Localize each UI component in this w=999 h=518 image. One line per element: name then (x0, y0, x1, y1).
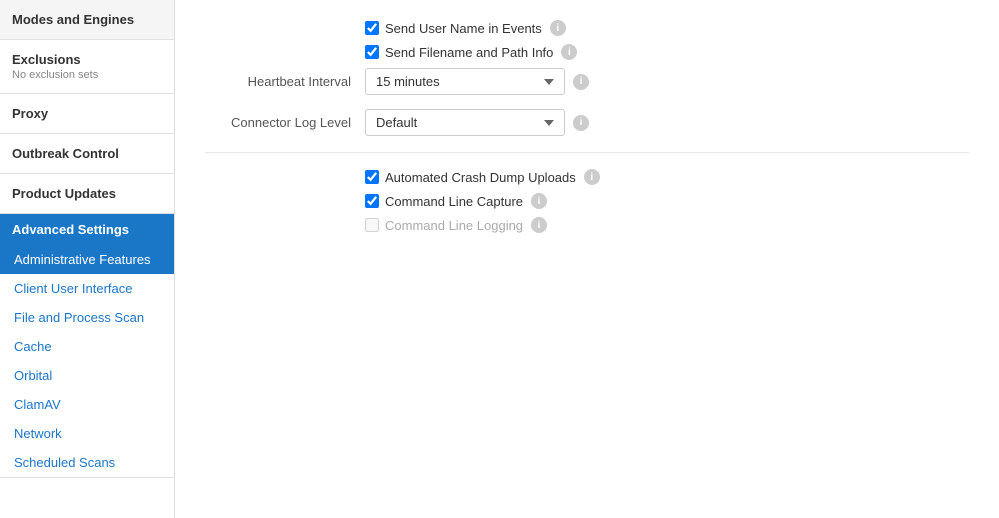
sidebar-item-network[interactable]: Network (0, 419, 174, 448)
sidebar: Modes and Engines Exclusions No exclusio… (0, 0, 175, 518)
sidebar-item-proxy[interactable]: Proxy (0, 94, 174, 133)
sidebar-item-administrative-features[interactable]: Administrative Features (0, 245, 174, 274)
command-line-logging-checkbox-wrap: Command Line Logging (365, 218, 523, 233)
sidebar-item-exclusions[interactable]: Exclusions No exclusion sets (0, 40, 174, 93)
command-line-logging-row: Command Line Logging i (365, 217, 969, 233)
command-line-capture-row: Command Line Capture i (365, 193, 969, 209)
automated-crash-dump-label: Automated Crash Dump Uploads (385, 170, 576, 185)
send-filename-label: Send Filename and Path Info (385, 45, 553, 60)
automated-crash-dump-checkbox-wrap: Automated Crash Dump Uploads (365, 170, 576, 185)
sidebar-item-file-process-scan-label: File and Process Scan (14, 310, 144, 325)
sidebar-section-product-updates: Product Updates (0, 174, 174, 214)
send-username-row: Send User Name in Events i (365, 20, 969, 36)
sidebar-advanced-settings-label: Advanced Settings (12, 222, 129, 237)
sidebar-item-orbital[interactable]: Orbital (0, 361, 174, 390)
sidebar-item-scheduled-scans[interactable]: Scheduled Scans (0, 448, 174, 477)
sidebar-item-product-updates[interactable]: Product Updates (0, 174, 174, 213)
sidebar-section-modes: Modes and Engines (0, 0, 174, 40)
send-filename-checkbox-wrap: Send Filename and Path Info (365, 45, 553, 60)
connector-log-level-label: Connector Log Level (205, 115, 365, 130)
sidebar-item-file-process-scan[interactable]: File and Process Scan (0, 303, 174, 332)
command-line-logging-checkbox[interactable] (365, 218, 379, 232)
connector-log-level-row: Connector Log Level Default Debug Trace … (205, 109, 969, 136)
send-username-control: Send User Name in Events i (365, 20, 566, 36)
send-username-checkbox-wrap: Send User Name in Events (365, 21, 542, 36)
send-username-checkbox[interactable] (365, 21, 379, 35)
send-username-info-icon[interactable]: i (550, 20, 566, 36)
sidebar-item-cache[interactable]: Cache (0, 332, 174, 361)
sidebar-item-network-label: Network (14, 426, 62, 441)
command-line-capture-control: Command Line Capture i (365, 193, 547, 209)
connector-log-level-info-icon[interactable]: i (573, 115, 589, 131)
heartbeat-interval-label: Heartbeat Interval (205, 74, 365, 89)
sidebar-section-exclusions: Exclusions No exclusion sets (0, 40, 174, 94)
sidebar-item-clamav[interactable]: ClamAV (0, 390, 174, 419)
command-line-logging-label: Command Line Logging (385, 218, 523, 233)
automated-crash-dump-row: Automated Crash Dump Uploads i (365, 169, 969, 185)
sidebar-item-modes-engines-label: Modes and Engines (12, 12, 134, 27)
sidebar-item-cache-label: Cache (14, 339, 52, 354)
sidebar-section-proxy: Proxy (0, 94, 174, 134)
sidebar-item-outbreak-control-label: Outbreak Control (12, 146, 119, 161)
sidebar-item-client-user-interface[interactable]: Client User Interface (0, 274, 174, 303)
divider (205, 152, 969, 153)
command-line-logging-info-icon[interactable]: i (531, 217, 547, 233)
sidebar-advanced-settings-header: Advanced Settings (0, 214, 174, 245)
command-line-logging-control: Command Line Logging i (365, 217, 547, 233)
sidebar-item-clamav-label: ClamAV (14, 397, 61, 412)
heartbeat-interval-row: Heartbeat Interval 15 minutes 5 minutes … (205, 68, 969, 95)
automated-crash-dump-checkbox[interactable] (365, 170, 379, 184)
sidebar-item-product-updates-label: Product Updates (12, 186, 116, 201)
send-filename-checkbox[interactable] (365, 45, 379, 59)
send-filename-info-icon[interactable]: i (561, 44, 577, 60)
main-content: Send User Name in Events i Send Filename… (175, 0, 999, 518)
connector-log-level-select[interactable]: Default Debug Trace (365, 109, 565, 136)
command-line-capture-info-icon[interactable]: i (531, 193, 547, 209)
sidebar-section-advanced: Advanced Settings Administrative Feature… (0, 214, 174, 478)
connector-log-level-control: Default Debug Trace i (365, 109, 589, 136)
send-filename-control: Send Filename and Path Info i (365, 44, 577, 60)
sidebar-item-administrative-features-label: Administrative Features (14, 252, 151, 267)
automated-crash-dump-control: Automated Crash Dump Uploads i (365, 169, 600, 185)
sidebar-item-outbreak-control[interactable]: Outbreak Control (0, 134, 174, 173)
heartbeat-interval-select[interactable]: 15 minutes 5 minutes 10 minutes 30 minut… (365, 68, 565, 95)
sidebar-item-exclusions-label: Exclusions (12, 52, 81, 67)
app-layout: Modes and Engines Exclusions No exclusio… (0, 0, 999, 518)
heartbeat-interval-info-icon[interactable]: i (573, 74, 589, 90)
send-username-label: Send User Name in Events (385, 21, 542, 36)
sidebar-item-client-user-interface-label: Client User Interface (14, 281, 133, 296)
command-line-capture-label: Command Line Capture (385, 194, 523, 209)
command-line-capture-checkbox[interactable] (365, 194, 379, 208)
command-line-capture-checkbox-wrap: Command Line Capture (365, 194, 523, 209)
send-filename-row: Send Filename and Path Info i (365, 44, 969, 60)
sidebar-item-orbital-label: Orbital (14, 368, 52, 383)
automated-crash-dump-info-icon[interactable]: i (584, 169, 600, 185)
sidebar-item-exclusions-sublabel: No exclusion sets (12, 69, 162, 81)
sidebar-item-modes-engines[interactable]: Modes and Engines (0, 0, 174, 39)
heartbeat-interval-control: 15 minutes 5 minutes 10 minutes 30 minut… (365, 68, 589, 95)
sidebar-section-outbreak: Outbreak Control (0, 134, 174, 174)
sidebar-item-scheduled-scans-label: Scheduled Scans (14, 455, 115, 470)
sidebar-item-proxy-label: Proxy (12, 106, 48, 121)
